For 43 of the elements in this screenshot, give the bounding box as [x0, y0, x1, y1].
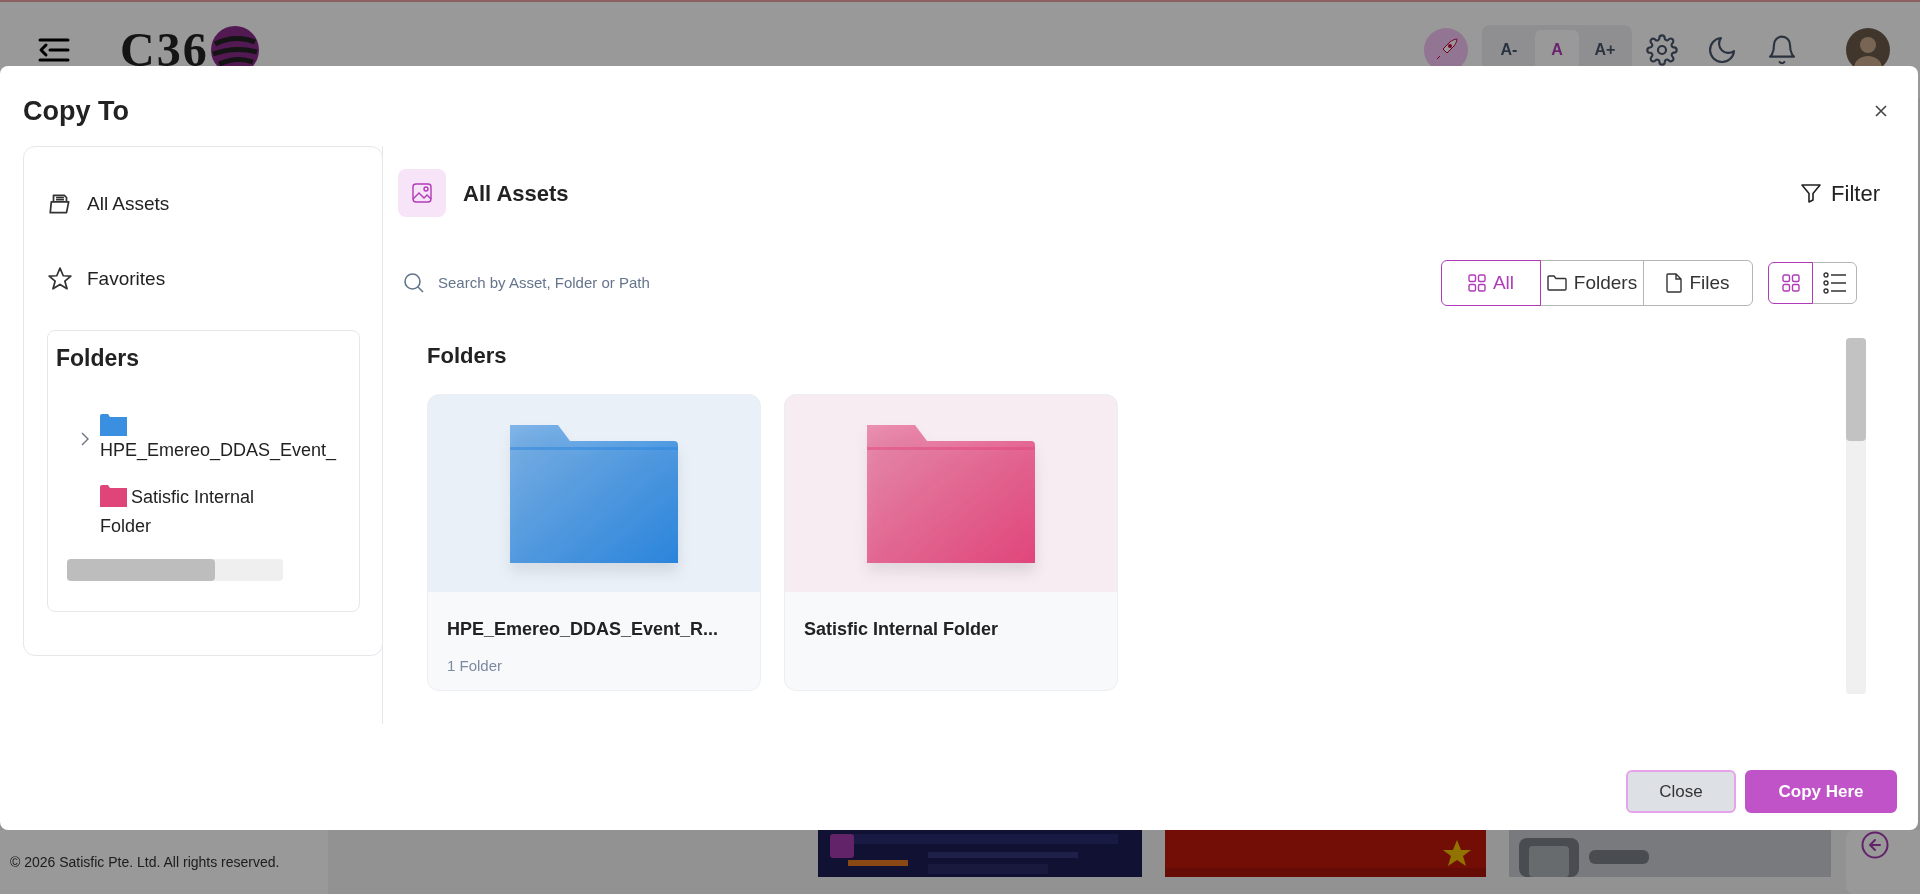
folder-card[interactable]: Satisfic Internal Folder: [784, 394, 1118, 691]
list-icon: [1822, 272, 1847, 294]
close-button[interactable]: Close: [1626, 770, 1736, 813]
bell-icon[interactable]: [1766, 34, 1798, 66]
sidebar-item[interactable]: Favorites: [47, 255, 359, 303]
sidebar-item[interactable]: All Assets: [47, 180, 359, 228]
folder-name: HPE_Emereo_DDAS_Event_R...: [447, 618, 720, 641]
grid-view-button[interactable]: [1768, 262, 1813, 304]
dialog-title: Copy To: [23, 94, 129, 128]
filter-tab[interactable]: All: [1441, 260, 1541, 306]
close-icon[interactable]: [1874, 104, 1888, 118]
menu-icon[interactable]: [36, 36, 72, 64]
font-size-button[interactable]: A+: [1583, 30, 1627, 70]
filter-tab[interactable]: Folders: [1540, 260, 1644, 306]
list-view-button[interactable]: [1812, 262, 1857, 304]
copy-here-button[interactable]: Copy Here: [1745, 770, 1897, 813]
moon-icon[interactable]: [1706, 34, 1738, 66]
grid-icon: [1467, 274, 1486, 292]
scrollbar-thumb[interactable]: [67, 558, 215, 581]
font-size-button[interactable]: A-: [1487, 30, 1531, 70]
logo-text: C36: [120, 22, 209, 78]
filter-button[interactable]: Filter: [1799, 176, 1880, 210]
star-icon: [47, 266, 73, 292]
folder-icon: [1546, 274, 1567, 292]
search-icon: [402, 271, 426, 295]
copyright-text: © 2026 Satisfic Pte. Ltd. All rights reserved.: [10, 852, 280, 872]
tree-item[interactable]: HPE_Emereo_DDAS_Event_: [100, 413, 337, 465]
chevron-icon[interactable]: [79, 431, 91, 447]
tree-item[interactable]: Satisfic Internal Folder: [100, 482, 300, 541]
folder-count: 1 Folder: [447, 656, 504, 676]
folder-card[interactable]: HPE_Emereo_DDAS_Event_R... 1 Folder: [427, 394, 761, 691]
scrollbar-thumb[interactable]: [1846, 338, 1866, 441]
filter-tab[interactable]: Files: [1643, 260, 1753, 306]
image-icon: [398, 169, 446, 217]
filter-icon: [1799, 181, 1824, 205]
section-heading: Folders: [427, 342, 508, 370]
folder-name: Satisfic Internal Folder: [804, 618, 1000, 641]
settings-icon[interactable]: [1646, 34, 1678, 66]
file-icon: [1666, 273, 1683, 293]
section-title: All Assets: [463, 179, 569, 208]
folders-heading: Folders: [56, 344, 141, 373]
search-field[interactable]: Search by Asset, Folder or Path: [438, 271, 898, 295]
grid-icon: [1781, 274, 1800, 292]
